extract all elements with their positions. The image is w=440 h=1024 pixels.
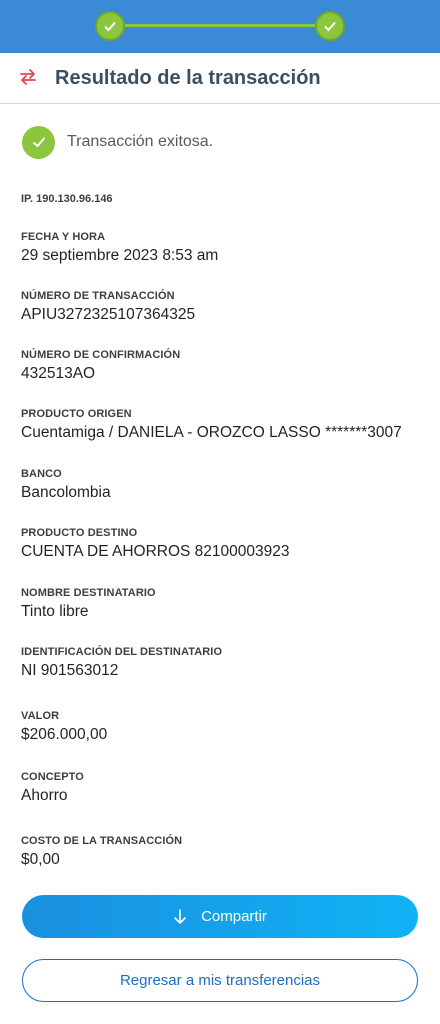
detail-value: CUENTA DE AHORROS 82100003923 <box>21 543 290 560</box>
detail-value: $206.000,00 <box>21 726 108 743</box>
detail-label: FECHA Y HORA <box>21 231 106 243</box>
detail-valor: VALOR $206.000,00 <box>21 710 107 744</box>
back-to-transfers-label: Regresar a mis transferencias <box>119 972 321 989</box>
detail-concepto: CONCEPTO Ahorro <box>21 771 84 805</box>
detail-nombre-destinatario: NOMBRE DESTINATARIO Tinto libre <box>21 587 156 621</box>
detail-costo-transaccion: COSTO DE LA TRANSACCIÓN $0,00 <box>21 835 182 869</box>
check-circle-icon <box>22 125 55 159</box>
status-message: Transacción exitosa. <box>67 133 214 150</box>
detail-value: NI 901563012 <box>21 662 119 679</box>
detail-label: NÚMERO DE CONFIRMACIÓN <box>21 349 181 361</box>
detail-numero-confirmacion: NÚMERO DE CONFIRMACIÓN 432513AO <box>21 349 180 383</box>
detail-label: NOMBRE DESTINATARIO <box>21 587 156 599</box>
detail-label: PRODUCTO ORIGEN <box>21 408 132 420</box>
share-button-label: Compartir <box>201 908 267 925</box>
check-icon <box>104 21 116 32</box>
transfer-arrows-icon <box>20 69 36 85</box>
detail-value: Cuentamiga / DANIELA - OROZCO LASSO ****… <box>21 424 402 441</box>
detail-label: NÚMERO DE TRANSACCIÓN <box>21 290 175 302</box>
detail-value: Ahorro <box>21 787 68 804</box>
share-button[interactable]: Compartir <box>22 895 418 938</box>
progress-stepper <box>0 0 440 53</box>
detail-value: APIU3272325107364325 <box>21 306 196 323</box>
step-2-complete <box>315 11 345 41</box>
detail-value: $0,00 <box>21 851 60 868</box>
detail-label: IDENTIFICACIÓN DEL DESTINATARIO <box>21 646 223 658</box>
detail-label: PRODUCTO DESTINO <box>21 527 138 539</box>
detail-value: 432513AO <box>21 365 96 382</box>
stepper-line <box>110 24 330 27</box>
page-header: Resultado de la transacción <box>0 53 440 104</box>
detail-value: Tinto libre <box>21 603 89 620</box>
detail-producto-destino: PRODUCTO DESTINO CUENTA DE AHORROS 82100… <box>21 527 290 561</box>
page-title: Resultado de la transacción <box>55 67 321 89</box>
detail-producto-origen: PRODUCTO ORIGEN Cuentamiga / DANIELA - O… <box>21 408 402 442</box>
step-1-complete <box>95 11 125 41</box>
detail-label: BANCO <box>21 468 62 480</box>
detail-label: CONCEPTO <box>21 771 84 783</box>
detail-value: 29 septiembre 2023 8:53 am <box>21 247 219 264</box>
detail-identificacion-destinatario: IDENTIFICACIÓN DEL DESTINATARIO NI 90156… <box>21 646 222 680</box>
detail-banco: BANCO Bancolombia <box>21 468 111 502</box>
detail-numero-transaccion: NÚMERO DE TRANSACCIÓN APIU32723251073643… <box>21 290 195 324</box>
transaction-status: Transacción exitosa. <box>22 125 213 159</box>
detail-label: VALOR <box>21 710 60 722</box>
arrow-down-icon <box>174 908 186 924</box>
back-to-transfers-button[interactable]: Regresar a mis transferencias <box>22 959 418 1002</box>
detail-value: Bancolombia <box>21 484 111 501</box>
detail-label: COSTO DE LA TRANSACCIÓN <box>21 835 183 847</box>
ip-address: IP. 190.130.96.146 <box>21 193 113 205</box>
detail-fecha-hora: FECHA Y HORA 29 septiembre 2023 8:53 am <box>21 231 218 265</box>
check-icon <box>324 21 336 32</box>
